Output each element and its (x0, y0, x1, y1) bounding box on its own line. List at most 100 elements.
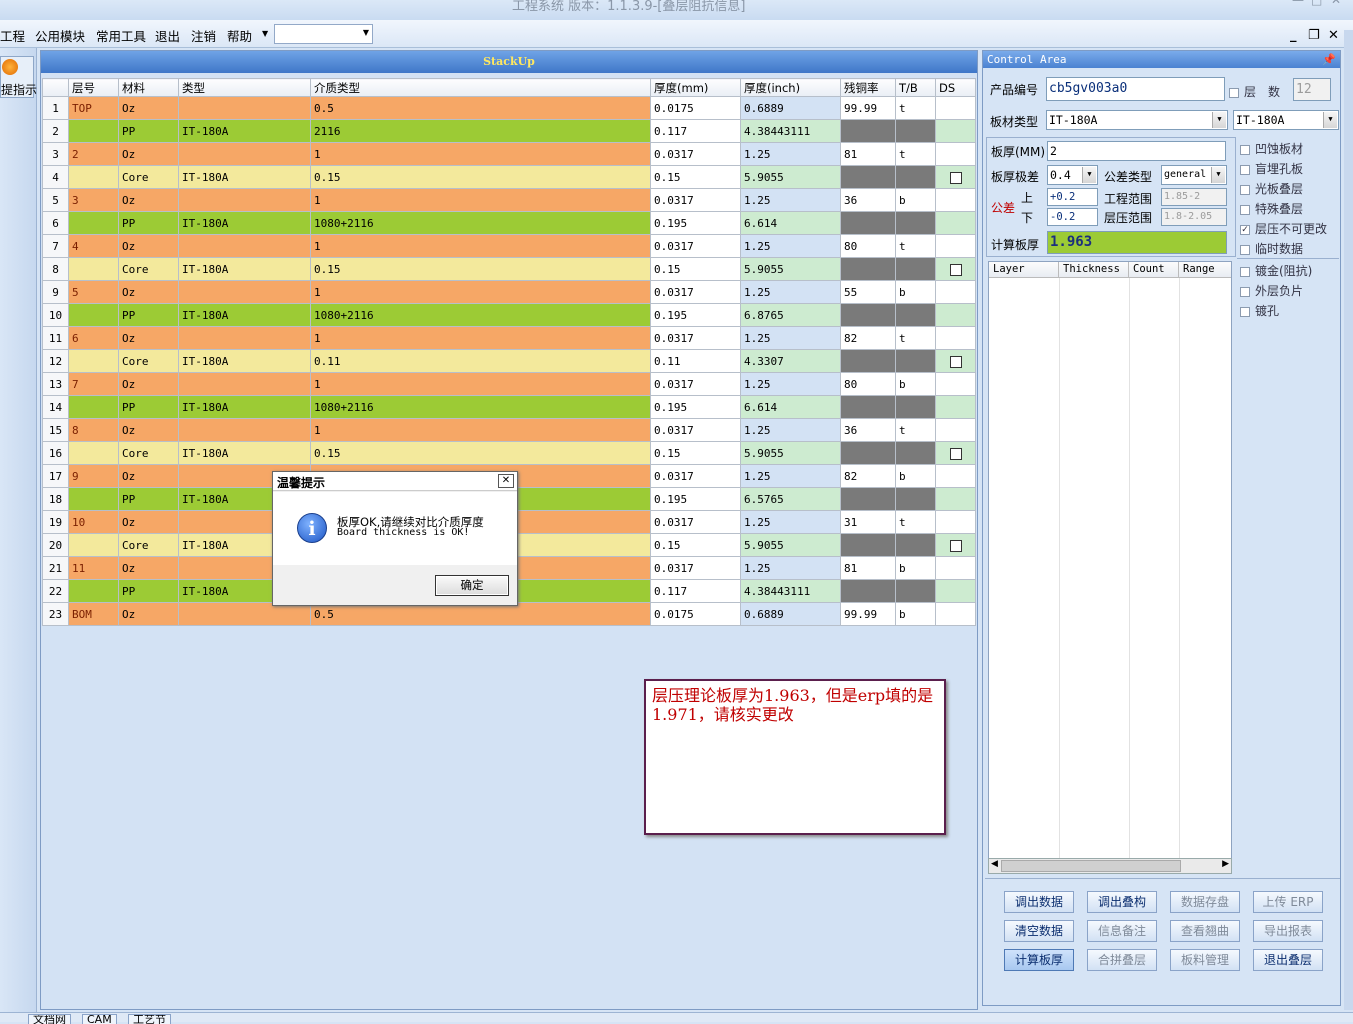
type-cell[interactable]: IT-180A (178, 395, 311, 419)
table-row[interactable]: 5 3 Oz 1 0.0317 1.25 36 b (42, 188, 976, 212)
material-cell[interactable]: Oz (118, 372, 179, 396)
table-row[interactable]: 4 Core IT-180A 0.15 0.15 5.9055 (42, 165, 976, 189)
ds-cell[interactable] (935, 487, 976, 511)
dielectric-cell[interactable]: 1080+2116 (310, 395, 651, 419)
dielectric-cell[interactable]: 0.15 (310, 441, 651, 465)
ds-cell[interactable] (935, 188, 976, 212)
row-number[interactable]: 2 (42, 119, 69, 143)
thickness-inch-cell[interactable]: 5.9055 (740, 533, 841, 557)
ds-cell[interactable] (935, 556, 976, 580)
material-cell[interactable]: PP (118, 395, 179, 419)
dielectric-cell[interactable]: 0.15 (310, 165, 651, 189)
tb-cell[interactable]: b (895, 280, 936, 304)
tb-cell[interactable]: b (895, 372, 936, 396)
dielectric-cell[interactable]: 1 (310, 326, 651, 350)
col-header[interactable]: 层号 (68, 78, 119, 97)
type-cell[interactable] (178, 188, 311, 212)
ds-cell[interactable] (935, 119, 976, 143)
dielectric-cell[interactable]: 0.5 (310, 96, 651, 120)
type-cell[interactable] (178, 280, 311, 304)
material-cell[interactable]: Oz (118, 234, 179, 258)
ds-cell[interactable] (935, 395, 976, 419)
tb-cell[interactable]: t (895, 234, 936, 258)
residual-copper-cell[interactable] (840, 533, 896, 557)
residual-copper-cell[interactable] (840, 395, 896, 419)
material-cell[interactable]: Core (118, 349, 179, 373)
action-button[interactable]: 板料管理 (1170, 949, 1240, 971)
action-button[interactable]: 上传 ERP (1253, 891, 1323, 913)
dielectric-cell[interactable]: 1 (310, 372, 651, 396)
option-checkbox[interactable]: 盲埋孔板 (1240, 160, 1303, 177)
residual-copper-cell[interactable] (840, 487, 896, 511)
row-number[interactable]: 19 (42, 510, 69, 534)
row-number[interactable]: 18 (42, 487, 69, 511)
option-checkbox[interactable]: 临时数据 (1240, 240, 1303, 257)
thickness-inch-cell[interactable]: 1.25 (740, 234, 841, 258)
mdi-close-icon[interactable]: ✕ (1328, 28, 1339, 43)
close-icon[interactable]: ✕ (1331, 0, 1341, 7)
ds-checkbox[interactable] (949, 355, 962, 368)
thickness-inch-cell[interactable]: 6.614 (740, 211, 841, 235)
action-button[interactable]: 计算板厚 (1004, 949, 1074, 971)
residual-copper-cell[interactable]: 80 (840, 372, 896, 396)
ds-cell[interactable] (935, 441, 976, 465)
residual-copper-cell[interactable]: 31 (840, 510, 896, 534)
dielectric-cell[interactable]: 1 (310, 234, 651, 258)
taskbar-tab[interactable]: 工艺节 (128, 1014, 171, 1024)
row-number[interactable]: 8 (42, 257, 69, 281)
residual-copper-cell[interactable] (840, 211, 896, 235)
dielectric-cell[interactable]: 0.11 (310, 349, 651, 373)
layer-cell[interactable]: 10 (68, 510, 119, 534)
tb-cell[interactable] (895, 119, 936, 143)
residual-copper-cell[interactable] (840, 165, 896, 189)
material-cell[interactable]: Oz (118, 464, 179, 488)
material-cell[interactable]: Oz (118, 326, 179, 350)
thickness-input[interactable]: 2 (1047, 141, 1226, 161)
scroll-right-icon[interactable]: ▶ (1222, 859, 1229, 869)
chevron-down-icon[interactable]: ▼ (262, 29, 268, 38)
dialog-close-icon[interactable]: ✕ (498, 474, 514, 488)
thickness-inch-cell[interactable]: 4.38443111 (740, 579, 841, 603)
col-header[interactable]: DS (935, 78, 976, 97)
thickness-mm-cell[interactable]: 0.0317 (650, 510, 741, 534)
layer-cell[interactable] (68, 395, 119, 419)
material-cell[interactable]: PP (118, 303, 179, 327)
table-row[interactable]: 2 PP IT-180A 2116 0.117 4.38443111 (42, 119, 976, 143)
material-cell[interactable]: Oz (118, 142, 179, 166)
type-cell[interactable] (178, 142, 311, 166)
product-input[interactable]: cb5gv003a0 (1046, 77, 1225, 101)
ds-cell[interactable] (935, 579, 976, 603)
type-cell[interactable] (178, 418, 311, 442)
layer-grid-col[interactable]: Layer (989, 262, 1059, 278)
residual-copper-cell[interactable] (840, 303, 896, 327)
row-number[interactable]: 10 (42, 303, 69, 327)
thickness-mm-cell[interactable]: 0.195 (650, 211, 741, 235)
thickness-mm-cell[interactable]: 0.195 (650, 487, 741, 511)
row-number[interactable]: 6 (42, 211, 69, 235)
menu-help[interactable]: 帮助 (227, 26, 252, 45)
option-checkbox[interactable]: ✓ 层压不可更改 (1240, 220, 1327, 237)
thickness-inch-cell[interactable]: 4.38443111 (740, 119, 841, 143)
col-header[interactable]: 介质类型 (310, 78, 651, 97)
layer-cell[interactable] (68, 211, 119, 235)
layer-grid-hscroll[interactable]: ◀ ▶ (988, 858, 1232, 874)
type-cell[interactable]: IT-180A (178, 165, 311, 189)
material-cell[interactable]: PP (118, 579, 179, 603)
thickness-inch-cell[interactable]: 1.25 (740, 510, 841, 534)
col-header[interactable]: 厚度(inch) (740, 78, 841, 97)
tb-cell[interactable]: t (895, 326, 936, 350)
table-row[interactable]: 3 2 Oz 1 0.0317 1.25 81 t (42, 142, 976, 166)
thickness-mm-cell[interactable]: 0.15 (650, 441, 741, 465)
dielectric-cell[interactable]: 1 (310, 418, 651, 442)
ds-cell[interactable] (935, 533, 976, 557)
thickness-mm-cell[interactable]: 0.0317 (650, 464, 741, 488)
thickness-mm-cell[interactable]: 0.195 (650, 395, 741, 419)
thickness-inch-cell[interactable]: 6.614 (740, 395, 841, 419)
residual-copper-cell[interactable]: 81 (840, 556, 896, 580)
material-select-2[interactable]: IT-180A ▼ (1233, 110, 1339, 130)
action-button[interactable]: 信息备注 (1087, 920, 1157, 942)
layer-cell[interactable] (68, 257, 119, 281)
thickness-mm-cell[interactable]: 0.0317 (650, 372, 741, 396)
layer-cell[interactable] (68, 349, 119, 373)
action-button[interactable]: 导出报表 (1253, 920, 1323, 942)
